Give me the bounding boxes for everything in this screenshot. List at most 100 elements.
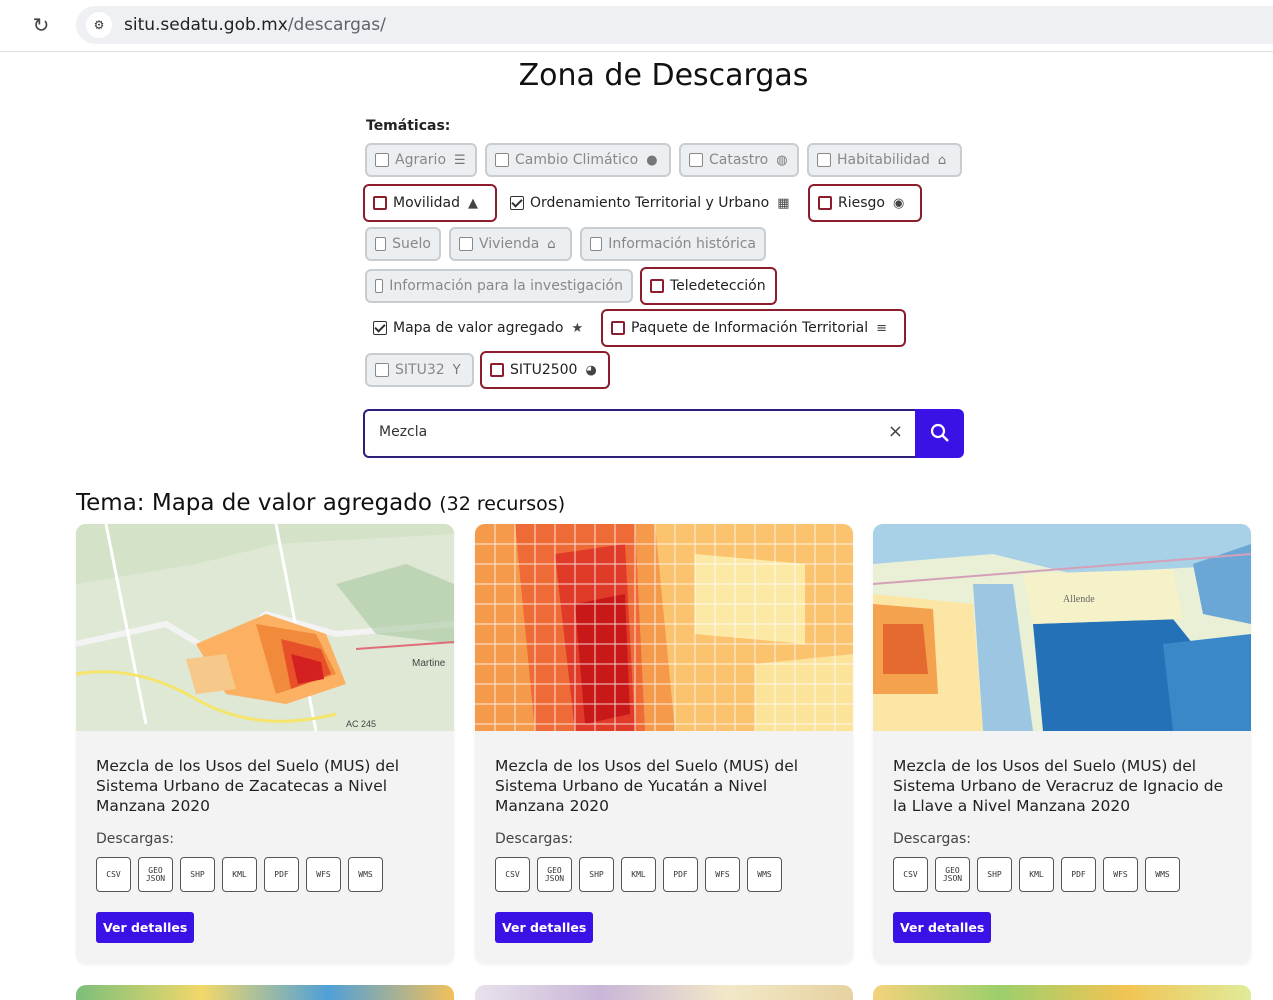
tematica-riesgo[interactable]: Riesgo ◉ (808, 184, 922, 222)
shp-download-icon[interactable]: SHP (180, 857, 215, 892)
csv-download-icon[interactable]: CSV (96, 857, 131, 892)
resource-card: Martine AC 245 Mezcla de los Usos del Su… (76, 524, 454, 964)
checkbox[interactable] (459, 237, 473, 251)
checkbox[interactable] (590, 237, 603, 251)
tematica-catastro[interactable]: Catastro ◍ (679, 143, 799, 177)
tematica-label: Agrario (395, 152, 447, 168)
checkbox[interactable] (495, 153, 509, 167)
checkbox-checked[interactable] (373, 321, 387, 335)
kml-download-icon[interactable]: KML (222, 857, 257, 892)
site-settings-icon[interactable]: ⚙ (86, 12, 112, 38)
checkbox[interactable] (375, 153, 389, 167)
tematica-label: Teledetección (670, 278, 766, 294)
address-bar[interactable]: ⚙ situ.sedatu.gob.mx/descargas/ (76, 6, 1273, 44)
checkbox[interactable] (611, 321, 625, 335)
wfs-download-icon[interactable]: WFS (705, 857, 740, 892)
tematica-situ32[interactable]: SITU32 Y (365, 353, 474, 387)
kml-download-icon[interactable]: KML (1019, 857, 1054, 892)
wms-download-icon[interactable]: WMS (747, 857, 782, 892)
csv-download-icon[interactable]: CSV (495, 857, 530, 892)
tematica-vivienda[interactable]: Vivienda ⌂ (449, 227, 572, 261)
checkbox[interactable] (375, 237, 387, 251)
tematica-ordenamiento[interactable]: Ordenamiento Territorial y Urbano ▦ (502, 186, 798, 220)
tematica-label: Catastro (709, 152, 769, 168)
wfs-download-icon[interactable]: WFS (1103, 857, 1138, 892)
wfs-download-icon[interactable]: WFS (306, 857, 341, 892)
drop-icon: ● (646, 152, 658, 168)
search-box: × (363, 409, 915, 458)
csv-download-icon[interactable]: CSV (893, 857, 928, 892)
checkbox[interactable] (689, 153, 703, 167)
geojson-download-icon[interactable]: GEO JSON (935, 857, 970, 892)
download-icons: CSV GEO JSON SHP KML PDF WFS WMS (495, 857, 782, 892)
next-card-thumbnail[interactable] (475, 985, 853, 1000)
svg-text:Martine: Martine (412, 658, 446, 669)
bars-icon: ☰ (454, 152, 466, 168)
reload-icon[interactable]: ↻ (28, 12, 54, 38)
download-icons: CSV GEO JSON SHP KML PDF WFS WMS (893, 857, 1180, 892)
tematica-cambio-climatico[interactable]: Cambio Climático ● (485, 143, 671, 177)
tematica-suelo[interactable]: Suelo (365, 227, 441, 261)
details-button[interactable]: Ver detalles (495, 912, 594, 943)
svg-text:Allende: Allende (1063, 594, 1095, 605)
tematica-label: Suelo (392, 236, 431, 252)
kml-download-icon[interactable]: KML (621, 857, 656, 892)
search-input[interactable] (379, 424, 859, 440)
download-icons: CSV GEO JSON SHP KML PDF WFS WMS (96, 857, 383, 892)
search-icon (930, 423, 949, 442)
tematica-teledeteccion[interactable]: Teledetección (640, 267, 777, 305)
pdf-download-icon[interactable]: PDF (264, 857, 299, 892)
checkbox[interactable] (375, 363, 389, 377)
map-thumbnail[interactable]: Allende (873, 524, 1251, 731)
downloads-label: Descargas: (96, 831, 174, 847)
card-title: Mezcla de los Usos del Suelo (MUS) del S… (893, 757, 1224, 815)
tematica-mapa-valor-agregado[interactable]: Mapa de valor agregado ★ (365, 311, 595, 345)
details-button[interactable]: Ver detalles (96, 912, 195, 943)
tematica-agrario[interactable]: Agrario ☰ (365, 143, 477, 177)
card-title: Mezcla de los Usos del Suelo (MUS) del S… (96, 757, 400, 815)
checkbox[interactable] (817, 153, 831, 167)
checkbox[interactable] (375, 279, 384, 293)
clear-icon[interactable]: × (888, 421, 903, 442)
card-title: Mezcla de los Usos del Suelo (MUS) del S… (495, 757, 799, 815)
url-path: /descargas/ (287, 15, 386, 35)
checkbox-checked[interactable] (510, 196, 524, 210)
downloads-label: Descargas: (893, 831, 971, 847)
details-button[interactable]: Ver detalles (893, 912, 992, 943)
tematica-habitabilidad[interactable]: Habitabilidad ⌂ (807, 143, 962, 177)
tematica-investigacion[interactable]: Información para la investigación (365, 269, 633, 303)
search-button[interactable] (915, 409, 964, 458)
svg-text:AC 245: AC 245 (346, 719, 376, 729)
checkbox[interactable] (490, 363, 504, 377)
checkbox[interactable] (818, 196, 832, 210)
checkbox[interactable] (650, 279, 664, 293)
next-card-thumbnail[interactable] (76, 985, 454, 1000)
url-text[interactable]: situ.sedatu.gob.mx/descargas/ (124, 15, 386, 35)
map-thumbnail[interactable]: Martine AC 245 (76, 524, 454, 731)
star-icon: ★ (571, 320, 584, 336)
tematica-paquete-informacion[interactable]: Paquete de Información Territorial ≡ (601, 309, 906, 347)
tematica-label: Ordenamiento Territorial y Urbano (530, 195, 770, 211)
tematica-movilidad[interactable]: Movilidad ▲ (363, 184, 497, 222)
map-thumbnail[interactable] (475, 524, 853, 731)
tematica-informacion-historica[interactable]: Información histórica (580, 227, 766, 261)
tematica-label: Vivienda (479, 236, 540, 252)
home-icon: ⌂ (547, 236, 556, 252)
tematica-situ2500[interactable]: SITU2500 ◕ (480, 351, 610, 389)
geojson-download-icon[interactable]: GEO JSON (537, 857, 572, 892)
geojson-download-icon[interactable]: GEO JSON (138, 857, 173, 892)
tematica-label: Información para la investigación (389, 278, 623, 294)
next-card-thumbnail[interactable] (873, 985, 1251, 1000)
shp-download-icon[interactable]: SHP (579, 857, 614, 892)
wms-download-icon[interactable]: WMS (348, 857, 383, 892)
home-icon: ⌂ (937, 152, 947, 168)
pdf-download-icon[interactable]: PDF (663, 857, 698, 892)
pie-icon: ◕ (585, 362, 597, 378)
browser-bar: ↻ ⚙ situ.sedatu.gob.mx/descargas/ (0, 0, 1273, 52)
tematica-label: Paquete de Información Territorial (631, 320, 869, 336)
building-icon: ▦ (777, 195, 790, 211)
shp-download-icon[interactable]: SHP (977, 857, 1012, 892)
checkbox[interactable] (373, 196, 387, 210)
wms-download-icon[interactable]: WMS (1145, 857, 1180, 892)
pdf-download-icon[interactable]: PDF (1061, 857, 1096, 892)
